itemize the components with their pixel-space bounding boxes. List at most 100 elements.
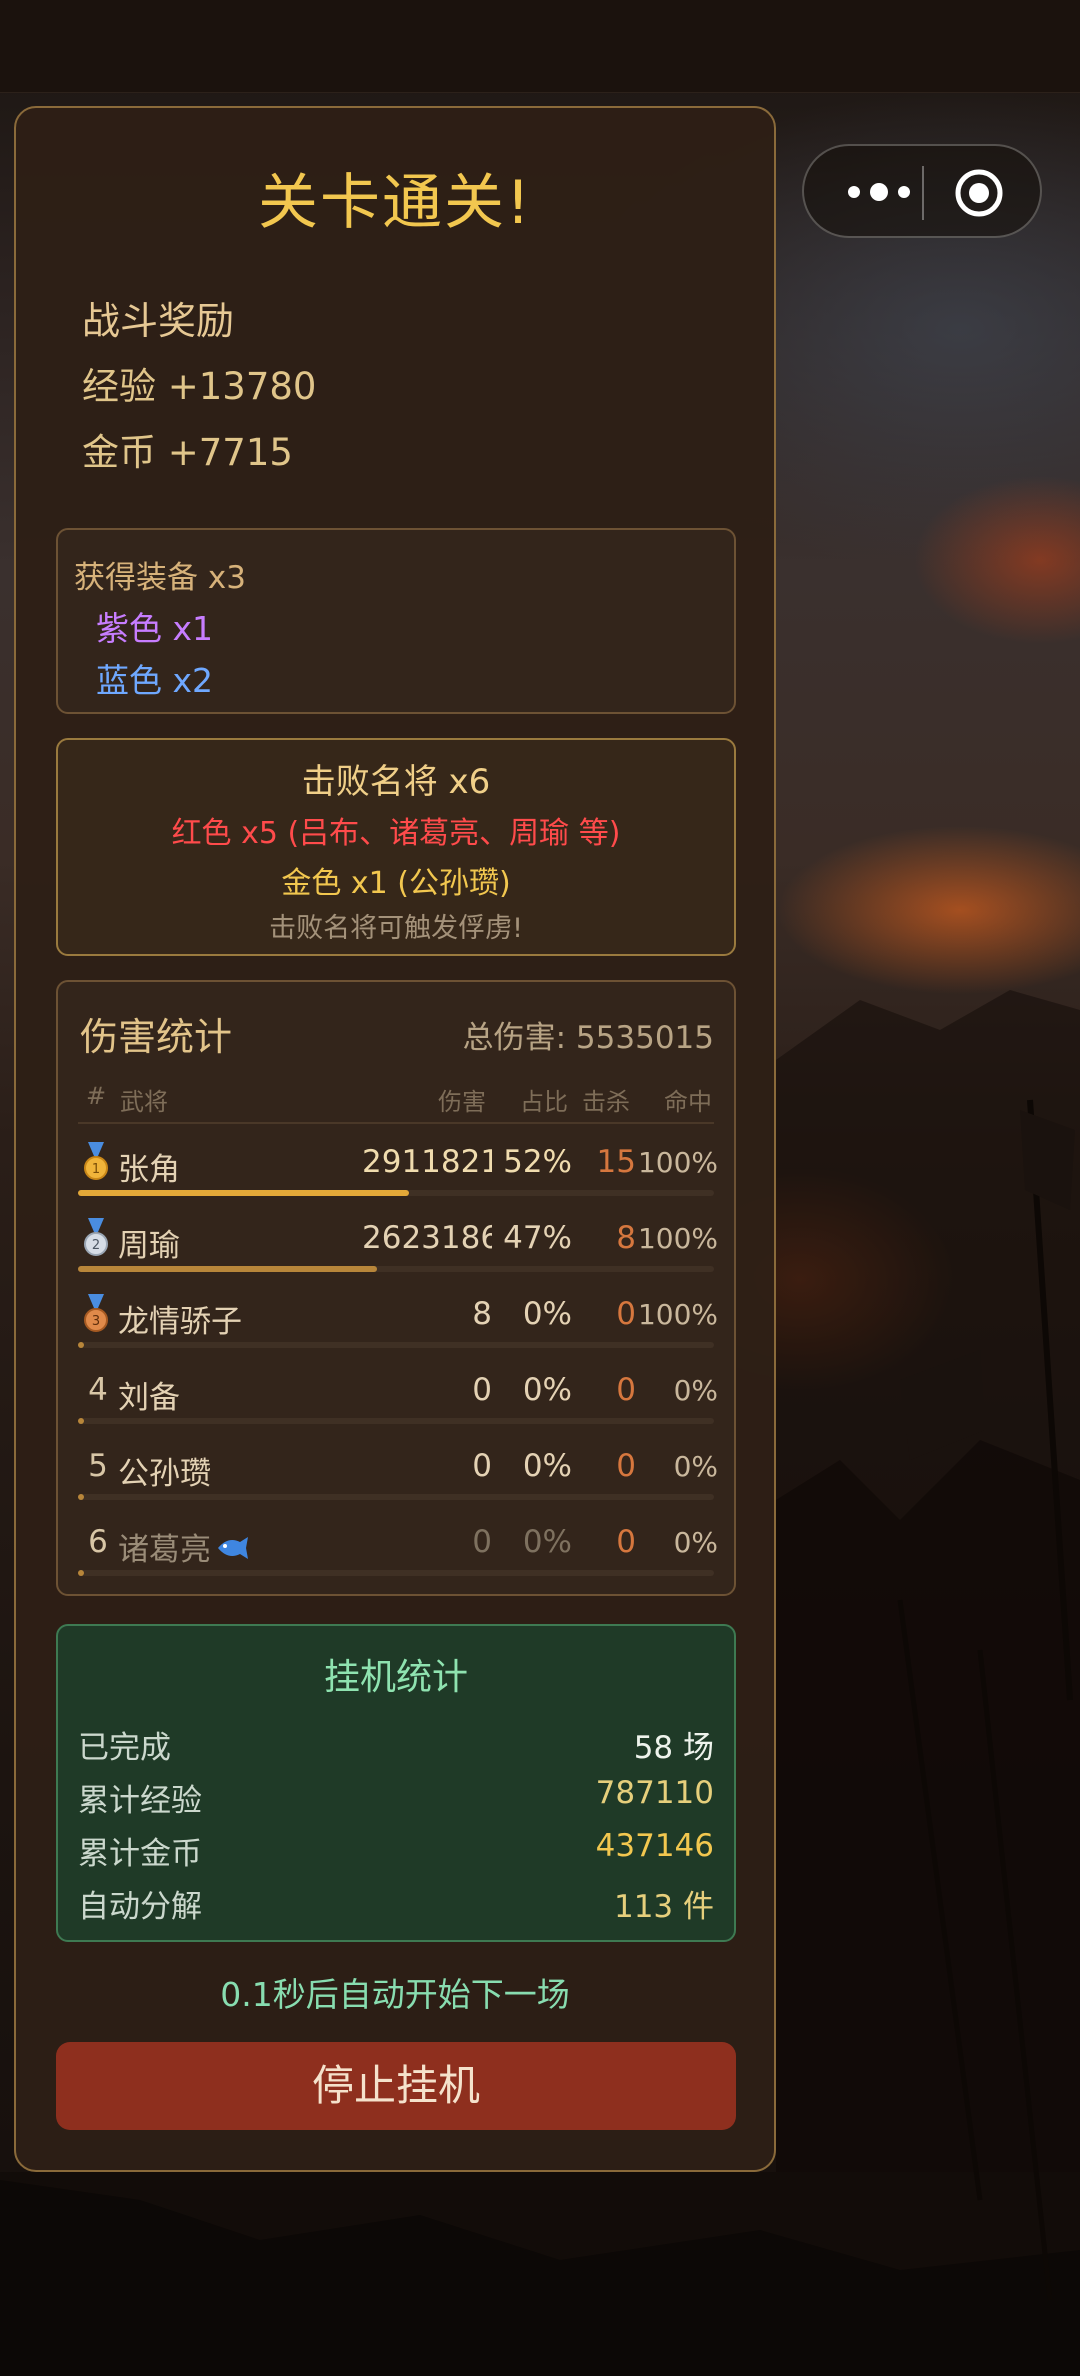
col-damage: 伤害: [438, 1088, 486, 1116]
damage-bar-fill: [78, 1570, 84, 1576]
damage-bar-fill: [78, 1342, 84, 1348]
rank-number: 4: [88, 1372, 108, 1408]
kill-count: 15: [596, 1144, 636, 1180]
damage-bar-track: [78, 1570, 714, 1576]
status-bar: [0, 0, 1080, 93]
equipment-heading: 获得装备 x3: [74, 560, 246, 596]
table-row: 4 刘备 0 0% 0 0%: [78, 1358, 718, 1434]
damage-bar-fill: [78, 1494, 84, 1500]
damage-bar-fill: [78, 1418, 84, 1424]
rank-number: 6: [88, 1524, 108, 1560]
bronze-medal-icon: 3: [84, 1294, 108, 1332]
header-divider: [78, 1122, 714, 1124]
idle-stats-title: 挂机统计: [323, 1657, 468, 1698]
idle-decompose-row: 自动分解 113 件: [78, 1881, 714, 1931]
damage-bar-track: [78, 1190, 714, 1196]
gold-medal-icon: 1: [84, 1142, 108, 1180]
damage-value: 0: [472, 1448, 492, 1484]
table-row: 2 周瑜 2623186 47% 8 100%: [78, 1206, 718, 1282]
damage-value: 2911821: [362, 1144, 492, 1180]
close-target-icon[interactable]: [954, 168, 1004, 218]
next-battle-countdown: 0.1秒后自动开始下一场: [220, 1975, 570, 2014]
table-row: 6 诸葛亮 0 0% 0 0%: [78, 1510, 718, 1586]
idle-gold-row: 累计金币 437146: [78, 1828, 714, 1878]
result-panel: 关卡通关! 战斗奖励 经验 +13780 金币 +7715 获得装备 x3 紫色…: [14, 106, 776, 2172]
equipment-box: 获得装备 x3 紫色 x1 蓝色 x2: [56, 528, 736, 714]
rank-number: 5: [88, 1448, 108, 1484]
total-exp-label: 累计经验: [78, 1783, 202, 1819]
rewards-heading: 战斗奖励: [82, 299, 235, 343]
idle-completed-row: 已完成 58 场: [78, 1722, 714, 1772]
total-gold-value: 437146: [595, 1828, 714, 1864]
col-general: 武将: [120, 1088, 168, 1116]
svg-text:3: 3: [92, 1314, 100, 1329]
col-kills: 击杀: [582, 1088, 630, 1116]
svg-text:2: 2: [92, 1238, 100, 1253]
defeated-heading: 击败名将 x6: [301, 762, 491, 802]
general-name: 龙情骄子: [118, 1304, 242, 1340]
col-rank: #: [86, 1082, 107, 1110]
page-title: 关卡通关!: [257, 168, 533, 238]
exp-reward: 经验 +13780: [82, 365, 317, 408]
total-gold-label: 累计金币: [78, 1836, 202, 1872]
damage-share: 0%: [522, 1372, 572, 1408]
hit-rate: 0%: [673, 1526, 718, 1559]
defeated-generals-box: 击败名将 x6 红色 x5 (吕布、诸葛亮、周瑜 等) 金色 x1 (公孙瓒) …: [56, 738, 736, 956]
capsule-divider: [922, 166, 924, 220]
damage-bar-fill: [78, 1266, 377, 1272]
damage-share: 47%: [503, 1220, 572, 1256]
general-name: 周瑜: [118, 1228, 180, 1264]
general-name: 诸葛亮: [118, 1532, 211, 1568]
hit-rate: 100%: [637, 1298, 718, 1331]
more-icon[interactable]: [834, 172, 924, 212]
general-name: 刘备: [118, 1380, 180, 1416]
kill-count: 8: [616, 1220, 636, 1256]
kill-count: 0: [616, 1524, 636, 1560]
damage-value: 2623186: [362, 1220, 492, 1256]
table-row: 1 张角 2911821 52% 15 100%: [78, 1130, 718, 1206]
damage-value: 0: [472, 1372, 492, 1408]
total-exp-value: 787110: [595, 1775, 714, 1811]
mini-program-capsule: [802, 144, 1042, 238]
damage-bar-track: [78, 1342, 714, 1348]
table-row: 3 龙情骄子 8 0% 0 100%: [78, 1282, 718, 1358]
damage-stats-box: 伤害统计 总伤害: 5535015 # 武将 伤害 占比 击杀 命中 1 张角 …: [56, 980, 736, 1596]
blue-equipment: 蓝色 x2: [96, 661, 214, 700]
general-name: 公孙瓒: [118, 1456, 211, 1492]
hit-rate: 100%: [637, 1222, 718, 1255]
hit-rate: 0%: [673, 1450, 718, 1483]
damage-stats-title: 伤害统计: [80, 1015, 233, 1059]
auto-decompose-value: 113 件: [613, 1889, 714, 1925]
idle-exp-row: 累计经验 787110: [78, 1775, 714, 1825]
damage-value: 8: [472, 1296, 492, 1332]
defeated-gold: 金色 x1 (公孙瓒): [281, 866, 511, 901]
completed-value: 58 场: [633, 1730, 714, 1766]
completed-label: 已完成: [78, 1730, 171, 1766]
idle-stats-box: 挂机统计 已完成 58 场 累计经验 787110 累计金币 437146 自动…: [56, 1624, 736, 1942]
total-damage: 总伤害: 5535015: [462, 1020, 714, 1056]
hit-rate: 100%: [637, 1146, 718, 1179]
damage-bar-track: [78, 1494, 714, 1500]
damage-share: 0%: [522, 1448, 572, 1484]
col-share: 占比: [520, 1088, 568, 1116]
damage-bar-fill: [78, 1190, 409, 1196]
kill-count: 0: [616, 1448, 636, 1484]
purple-equipment: 紫色 x1: [96, 609, 214, 648]
damage-share: 0%: [522, 1524, 572, 1560]
general-name: 张角: [118, 1152, 180, 1188]
col-hit: 命中: [664, 1088, 712, 1116]
damage-share: 52%: [503, 1144, 572, 1180]
svg-text:1: 1: [92, 1162, 100, 1177]
table-row: 5 公孙瓒 0 0% 0 0%: [78, 1434, 718, 1510]
damage-share: 0%: [522, 1296, 572, 1332]
silver-medal-icon: 2: [84, 1218, 108, 1256]
damage-value: 0: [472, 1524, 492, 1560]
stop-idle-button[interactable]: 停止挂机: [56, 2042, 736, 2130]
kill-count: 0: [616, 1372, 636, 1408]
kill-count: 0: [616, 1296, 636, 1332]
damage-bar-track: [78, 1418, 714, 1424]
damage-bar-track: [78, 1266, 714, 1272]
fish-icon: [218, 1537, 248, 1559]
hit-rate: 0%: [673, 1374, 718, 1407]
auto-decompose-label: 自动分解: [78, 1889, 202, 1925]
